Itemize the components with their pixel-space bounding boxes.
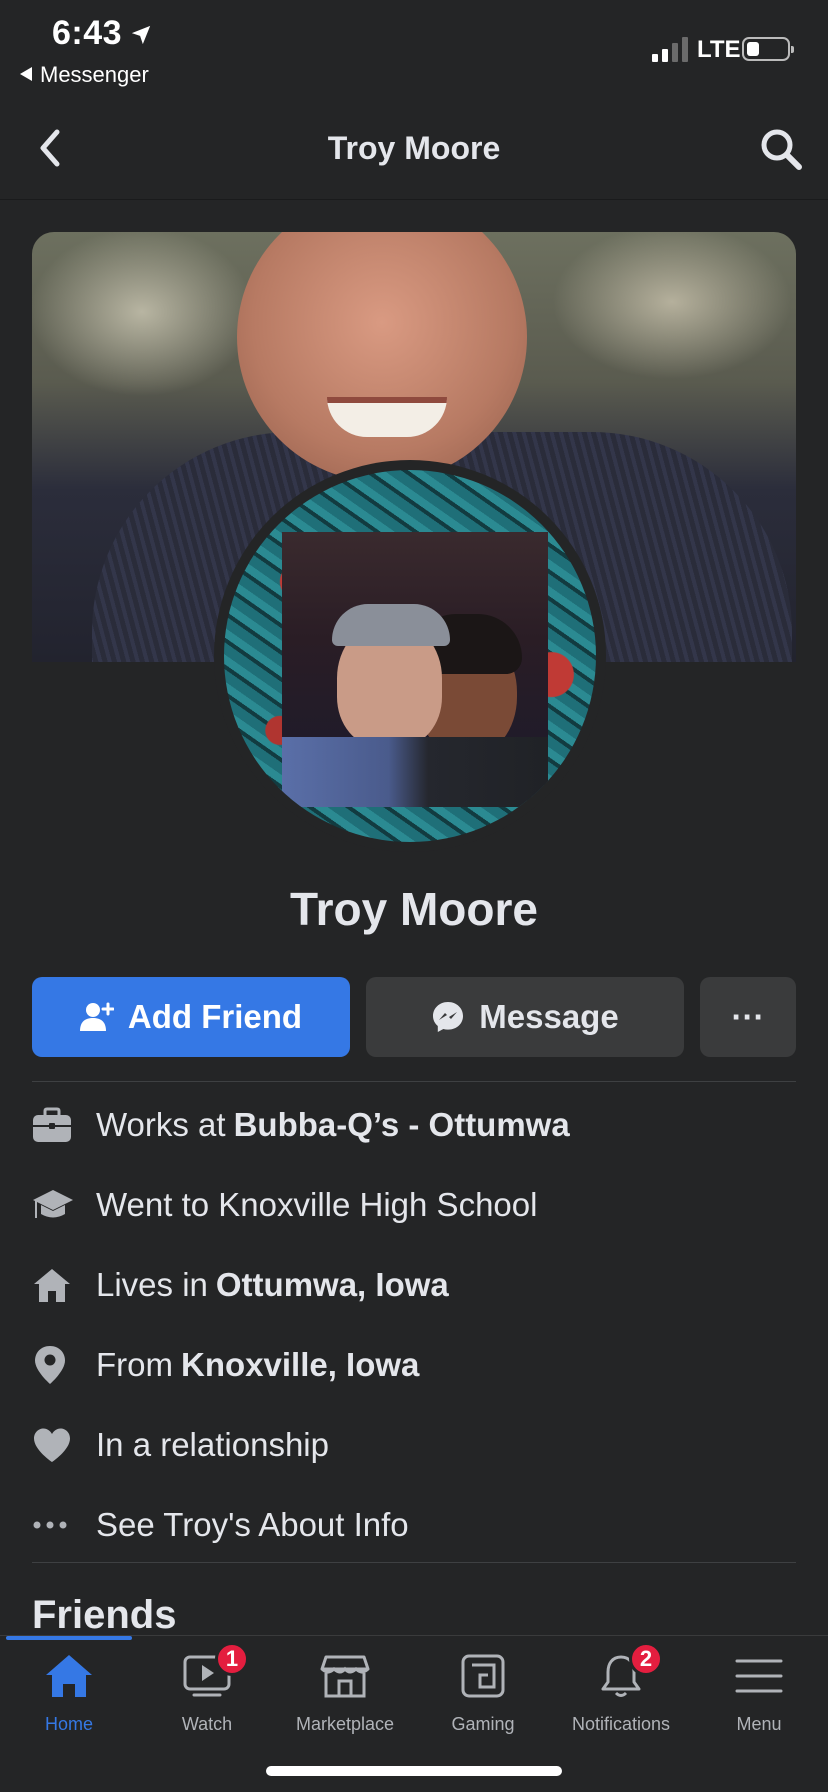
detail-education[interactable]: Went to Knoxville High School	[32, 1165, 796, 1245]
profile-details: Works at Bubba-Q’s - Ottumwa Went to Kno…	[32, 1085, 796, 1565]
profile-name: Troy Moore	[290, 883, 538, 935]
add-person-icon	[79, 1002, 114, 1032]
home-indicator[interactable]	[266, 1766, 562, 1776]
profile-actions: Add Friend Message ···	[32, 977, 796, 1057]
detail-lives-value: Ottumwa, Iowa	[215, 1266, 449, 1303]
cellular-signal-icon	[652, 37, 688, 62]
tab-label: Marketplace	[295, 1714, 395, 1734]
tab-notifications[interactable]: 2 Notifications	[552, 1642, 690, 1758]
see-about-info-link[interactable]: See Troy's About Info	[32, 1485, 796, 1565]
menu-icon	[731, 1648, 787, 1704]
detail-education-text: Went to Knoxville High School	[96, 1186, 538, 1223]
detail-relationship-text: In a relationship	[96, 1426, 329, 1463]
tab-label: Home	[44, 1714, 93, 1734]
location-pin-icon	[32, 1345, 96, 1385]
friends-section-title: Friends	[32, 1593, 177, 1637]
page-title: Troy Moore	[327, 130, 501, 166]
see-about-info-label: See Troy's About Info	[96, 1506, 409, 1543]
detail-from-prefix: From	[96, 1346, 173, 1383]
more-dots-icon	[32, 1520, 96, 1530]
divider	[32, 1081, 796, 1082]
search-icon[interactable]	[758, 126, 804, 172]
network-type: LTE	[697, 36, 741, 63]
marketplace-icon	[317, 1648, 373, 1704]
messenger-icon	[431, 1000, 465, 1034]
graduation-cap-icon	[32, 1188, 96, 1222]
detail-relationship[interactable]: In a relationship	[32, 1405, 796, 1485]
profile-page: 6:43 Messenger LTE Troy Moore Troy Moore…	[0, 0, 828, 1792]
profile-picture[interactable]	[214, 460, 606, 852]
detail-from-value: Knoxville, Iowa	[181, 1346, 420, 1383]
tab-label: Gaming	[451, 1714, 515, 1734]
tab-label: Watch	[181, 1714, 233, 1734]
tab-gaming[interactable]: Gaming	[414, 1648, 552, 1758]
notifications-badge: 2	[629, 1642, 663, 1676]
tab-watch[interactable]: 1 Watch	[138, 1642, 276, 1758]
message-label: Message	[479, 998, 619, 1035]
watch-icon: 1	[179, 1642, 249, 1704]
detail-work-value: Bubba-Q’s - Ottumwa	[233, 1106, 570, 1143]
active-tab-indicator	[6, 1636, 132, 1640]
detail-from[interactable]: From Knoxville, Iowa	[32, 1325, 796, 1405]
nav-header: Troy Moore	[0, 110, 828, 200]
divider	[32, 1562, 796, 1563]
watch-badge: 1	[215, 1642, 249, 1676]
avatar	[224, 470, 596, 842]
add-friend-label: Add Friend	[127, 998, 303, 1035]
more-options-button[interactable]: ···	[700, 977, 796, 1057]
battery-icon	[742, 37, 794, 61]
location-arrow-icon	[131, 25, 151, 45]
bell-icon: 2	[593, 1642, 663, 1704]
gaming-icon	[455, 1648, 511, 1704]
status-bar: 6:43 Messenger LTE	[0, 0, 828, 90]
status-time: 6:43	[52, 14, 123, 52]
detail-work[interactable]: Works at Bubba-Q’s - Ottumwa	[32, 1085, 796, 1165]
back-to-app-link[interactable]: Messenger	[20, 62, 149, 88]
more-options-label: ···	[731, 998, 765, 1035]
house-icon	[32, 1267, 96, 1303]
tab-label: Notifications	[571, 1714, 671, 1734]
tab-label: Menu	[736, 1714, 782, 1734]
home-icon	[41, 1648, 97, 1704]
detail-lives[interactable]: Lives in Ottumwa, Iowa	[32, 1245, 796, 1325]
add-friend-button[interactable]: Add Friend	[32, 977, 350, 1057]
tab-marketplace[interactable]: Marketplace	[276, 1648, 414, 1758]
back-triangle-icon	[20, 67, 32, 81]
back-app-label: Messenger	[40, 62, 149, 87]
tab-menu[interactable]: Menu	[690, 1648, 828, 1758]
briefcase-icon	[32, 1107, 96, 1143]
message-button[interactable]: Message	[366, 977, 684, 1057]
detail-work-prefix: Works at	[96, 1106, 226, 1143]
detail-lives-prefix: Lives in	[96, 1266, 208, 1303]
tab-home[interactable]: Home	[0, 1648, 138, 1758]
heart-icon	[32, 1427, 96, 1463]
